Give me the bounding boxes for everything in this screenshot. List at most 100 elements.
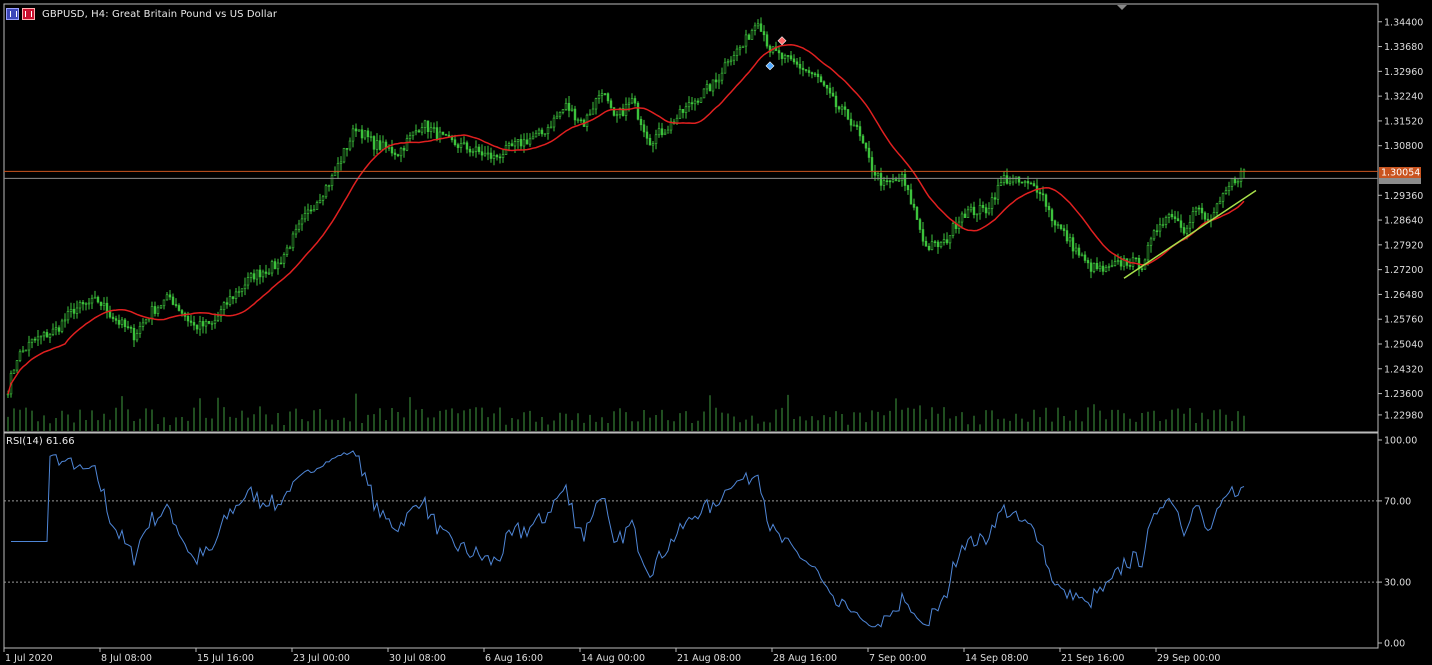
candle-body (930, 241, 934, 250)
candle-body (642, 124, 646, 133)
candle-body (1155, 230, 1159, 233)
candle-body (732, 55, 736, 61)
candle-body (387, 147, 391, 149)
candle-body (810, 72, 814, 75)
rsi-panel-frame (3, 432, 1379, 649)
rsi-axis-label: 100.00 (1384, 436, 1417, 447)
candle-body (120, 319, 124, 325)
chart-shift-icon[interactable] (1117, 5, 1127, 10)
symbol-label: GBPUSD, H4: Great Britain Pound vs US Do… (42, 8, 278, 20)
time-axis-label: 21 Sep 16:00 (1061, 653, 1124, 664)
candle-body (1116, 260, 1120, 263)
candle-body (549, 126, 553, 129)
volume-histogram (7, 393, 1245, 431)
flag-icon[interactable] (22, 8, 35, 20)
candle-body (321, 196, 325, 201)
candle-body (846, 109, 850, 120)
candle-body (819, 76, 823, 83)
candle-body (402, 147, 406, 151)
candle-body (1041, 193, 1045, 196)
candle-body (645, 131, 649, 139)
chart-type-icon[interactable] (6, 8, 19, 20)
candle-body (345, 148, 349, 150)
candle-body (984, 207, 988, 214)
candle-body (687, 102, 691, 108)
time-axis-label: 15 Jul 16:00 (197, 653, 254, 664)
candle-body (255, 269, 259, 280)
candle-body (720, 72, 724, 81)
candle-body (1077, 247, 1081, 256)
time-axis-label: 21 Aug 08:00 (677, 653, 741, 664)
candle-body (1080, 254, 1084, 257)
candle-body (660, 128, 664, 136)
candle-body (507, 143, 511, 146)
candle-body (786, 55, 790, 57)
candle-body (843, 106, 847, 110)
candle-body (348, 140, 352, 150)
candle-body (918, 219, 922, 230)
candle-body (30, 338, 34, 343)
candle-body (282, 254, 286, 264)
candle-body (891, 179, 895, 182)
candle-body (966, 209, 970, 218)
candle-body (156, 307, 160, 314)
candle-body (192, 322, 196, 326)
candle-body (474, 146, 478, 152)
candle-body (411, 131, 415, 137)
candle-body (63, 319, 67, 322)
candle-body (594, 98, 598, 110)
candle-body (426, 120, 430, 132)
candle-body (789, 55, 793, 60)
candle-body (111, 316, 115, 319)
candle-body (1032, 183, 1036, 187)
candle-body (168, 294, 172, 298)
candle-body (57, 327, 61, 332)
price-axis-label: 1.23600 (1384, 389, 1423, 400)
candle-body (123, 319, 127, 327)
candle-body (756, 23, 760, 27)
candle-body (813, 73, 817, 76)
candle-body (105, 302, 109, 313)
candle-body (132, 328, 136, 341)
candle-body (906, 185, 910, 191)
sell-arrow-icon[interactable] (777, 36, 787, 46)
candle-body (309, 209, 313, 212)
candle-body (258, 269, 262, 278)
candle-body (60, 320, 64, 332)
candle-body (873, 171, 877, 176)
candle-body (801, 67, 805, 70)
chart-canvas[interactable]: 1.34400 1.33680 1.32960 1.32240 1.31520 1.308… (0, 0, 1432, 665)
candle-body (540, 129, 544, 135)
candle-body (495, 154, 499, 158)
candle-body (963, 213, 967, 218)
candle-body (960, 213, 964, 223)
candle-body (942, 239, 946, 243)
time-axis-label: 28 Aug 16:00 (773, 653, 837, 664)
candle-body (879, 173, 883, 186)
candle-body (453, 139, 457, 145)
chart-window[interactable]: 1.34400 1.33680 1.32960 1.32240 1.31520 1.308… (0, 0, 1432, 665)
candle-body (579, 119, 583, 122)
candle-body (24, 349, 28, 352)
candle-body (216, 315, 220, 321)
candle-body (912, 203, 916, 208)
trendline[interactable] (1123, 189, 1257, 279)
candle-body (210, 322, 214, 325)
candle-body (699, 97, 703, 103)
time-axis-label: 1 Jul 2020 (5, 653, 53, 664)
time-axis-label: 14 Sep 08:00 (965, 653, 1028, 664)
rsi-indicator-label: RSI(14) 61.66 (6, 436, 75, 447)
candle-body (72, 308, 76, 314)
price-axis-label: 1.28640 (1384, 216, 1423, 227)
candle-body (342, 148, 346, 163)
candle-body (654, 134, 658, 144)
candle-body (597, 95, 601, 99)
candle-body (855, 124, 859, 127)
candle-body (729, 59, 733, 62)
candle-body (420, 127, 424, 133)
candle-body (528, 138, 532, 145)
buy-arrow-icon[interactable] (765, 61, 775, 71)
candle-body (126, 326, 130, 328)
candle-body (705, 84, 709, 90)
candle-body (852, 124, 856, 127)
